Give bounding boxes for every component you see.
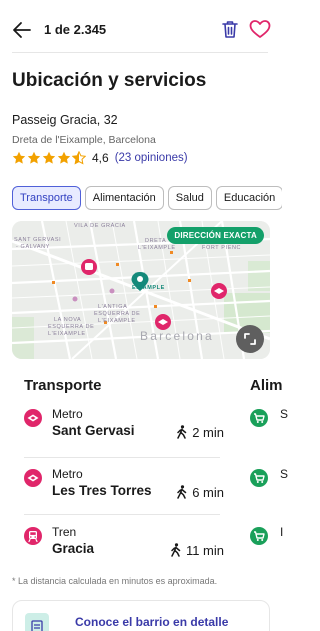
map-label-sant-gervasi: SANT GERVASI — [14, 237, 62, 243]
map-label-nova-3: L'EIXAMPLE — [48, 331, 86, 337]
document-icon — [25, 613, 49, 631]
exact-address-badge: DIRECCIÓN EXACTA — [167, 227, 264, 244]
walk-time-value: 11 min — [185, 542, 224, 558]
stop-type: Metro — [52, 467, 83, 481]
map-label-antiga-3: L'EIXAMPLE — [98, 318, 136, 324]
metro-marker — [155, 314, 171, 330]
expand-map-button[interactable] — [236, 325, 264, 353]
chip-educacion[interactable]: Educación — [215, 186, 282, 210]
food-heading: Alim — [250, 377, 282, 394]
walking-icon — [177, 485, 187, 499]
map-label-nova-2: ESQUERRA DE — [48, 324, 95, 330]
section-heading: Ubicación y servicios — [12, 70, 207, 91]
food-item[interactable]: S — [250, 467, 290, 507]
map-label-nova-1: LA NOVA — [54, 317, 82, 323]
expand-icon — [244, 333, 256, 345]
map-label-eixample: EIXAMPLE — [132, 285, 165, 291]
stop-name: Sant Gervasi — [52, 423, 135, 438]
metro-marker — [211, 283, 227, 299]
favorite-button[interactable] — [248, 18, 272, 40]
star-icon — [42, 151, 56, 164]
map-label-fort-pienc: FORT PIENC — [202, 245, 242, 251]
header-divider — [12, 52, 268, 53]
neighborhood-promo-card[interactable]: Conoce el barrio en detalle — [12, 600, 270, 631]
transport-stop[interactable]: Metro Sant Gervasi 2 min — [24, 407, 224, 443]
star-icon — [57, 151, 71, 164]
map-label-galvany: - GALVANY — [16, 244, 50, 250]
walking-icon — [177, 425, 187, 439]
chip-alimentacion[interactable]: Alimentación — [84, 186, 164, 210]
metro-icon — [24, 409, 42, 427]
rating-value: 4,6 — [92, 151, 109, 165]
rating-stars — [12, 151, 86, 165]
stop-name: Gracia — [52, 541, 95, 556]
transport-heading: Transporte — [24, 377, 102, 394]
location-map[interactable]: VILA DE GRÀCIA SANT GERVASI - GALVANY DR… — [12, 221, 270, 359]
distance-footnote: * La distancia calculada en minutos es a… — [12, 576, 218, 586]
walk-time: 2 min — [176, 423, 224, 441]
stop-type: Tren — [52, 525, 77, 539]
stop-divider — [24, 457, 220, 458]
cart-icon — [250, 527, 268, 545]
transport-stop[interactable]: Tren Gracia 11 min — [24, 525, 224, 561]
walk-time-value: 6 min — [192, 484, 224, 500]
food-item-type: S — [280, 407, 289, 421]
reviews-link[interactable]: (23 opiniones) — [115, 152, 188, 164]
promo-title: Conoce el barrio en detalle — [75, 615, 229, 629]
chip-salud[interactable]: Salud — [167, 186, 212, 210]
map-label-vila-de-gracia: VILA DE GRÀCIA — [74, 223, 126, 229]
stop-divider — [24, 514, 220, 515]
cart-icon — [250, 469, 268, 487]
rating-row: 4,6 (23 opiniones) — [12, 150, 188, 166]
stop-type: Metro — [52, 407, 83, 421]
walking-icon — [171, 543, 181, 557]
half-star-icon — [72, 151, 86, 165]
category-chips: Transporte Alimentación Salud Educación — [12, 186, 282, 212]
district-label: Dreta de l'Eixample, Barcelona — [12, 134, 156, 146]
arrow-left-icon — [13, 22, 31, 38]
transport-stop[interactable]: Metro Les Tres Torres 6 min — [24, 467, 224, 503]
food-item[interactable]: I — [250, 525, 290, 565]
food-item[interactable]: S — [250, 407, 290, 447]
top-bar: 1 de 2.345 — [0, 0, 282, 56]
delete-button[interactable] — [219, 18, 241, 40]
map-label-dreta-eixample: L'EIXAMPLE — [138, 245, 176, 251]
walk-time-value: 2 min — [192, 424, 224, 440]
heart-outline-icon — [249, 20, 271, 38]
star-icon — [12, 151, 26, 164]
stop-name: Les Tres Torres — [52, 483, 152, 498]
back-button[interactable] — [12, 20, 32, 40]
trash-icon — [222, 21, 238, 38]
walk-time: 6 min — [176, 483, 224, 501]
walk-time: 11 min — [170, 541, 224, 559]
food-item-type: I — [280, 525, 284, 539]
cart-icon — [250, 409, 268, 427]
map-city-label: Barcelona — [140, 329, 214, 343]
metro-marker — [81, 259, 97, 275]
chip-transporte[interactable]: Transporte — [12, 186, 81, 210]
result-counter: 1 de 2.345 — [44, 22, 107, 37]
street-address: Passeig Gracia, 32 — [12, 113, 118, 127]
map-label-dreta: DRETA — [145, 238, 167, 244]
map-label-antiga-2: ESQUERRA DE — [94, 311, 141, 317]
food-item-type: S — [280, 467, 289, 481]
map-label-antiga-1: L'ANTIGA — [98, 304, 128, 310]
metro-icon — [24, 469, 42, 487]
train-icon — [24, 527, 42, 545]
star-icon — [27, 151, 41, 164]
